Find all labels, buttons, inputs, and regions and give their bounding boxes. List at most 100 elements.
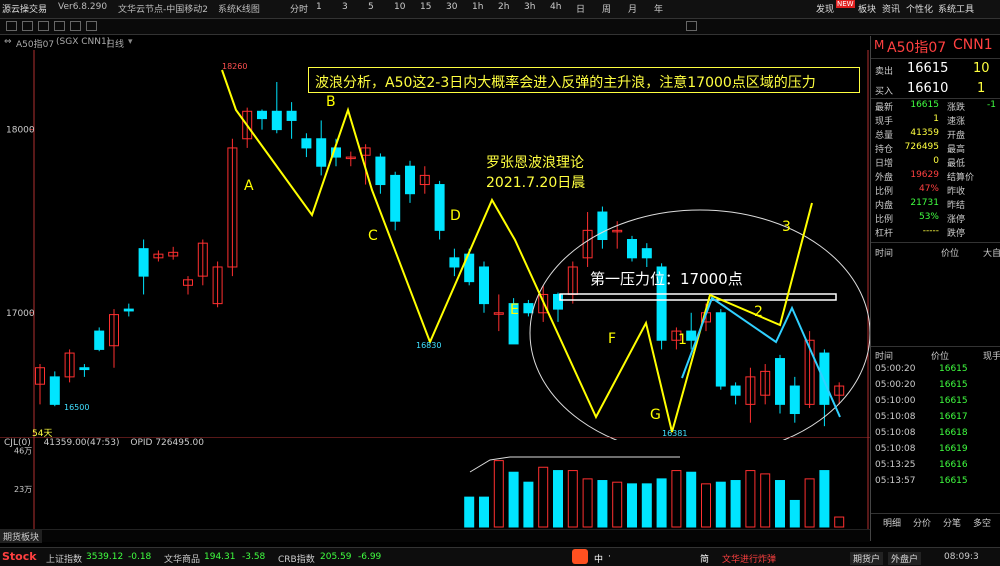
ime-logo-icon[interactable] [572, 549, 588, 564]
stat-value: 726495 [904, 142, 939, 152]
logo-text: Stock [2, 550, 37, 563]
trade-row: 05:10:08 16619 [875, 444, 1000, 459]
line-tool-icon[interactable] [38, 21, 49, 31]
menu-news[interactable]: 资讯 [882, 2, 900, 15]
app-name: 源云操交易 [2, 5, 48, 15]
toolbar [0, 19, 1000, 35]
volume-bar [671, 470, 682, 528]
menu-sector[interactable]: 板块 [858, 2, 876, 15]
wave-label: F [608, 331, 616, 347]
panel-tab-2[interactable]: 分笔 [943, 516, 961, 529]
volume-bar [641, 483, 652, 528]
volume-bar [597, 480, 608, 528]
candle-body [301, 138, 312, 149]
period-5[interactable]: 15 [420, 2, 431, 12]
chart-symbol: A50指07 [16, 40, 55, 50]
wave-label: 3 [782, 219, 791, 235]
ime-punct[interactable]: · [608, 552, 611, 562]
candlestick-chart[interactable]: 1800017000 ABCDEFG1231826016500168301638… [0, 50, 870, 440]
chart-symbol-detail: (SGX CNN1) [56, 37, 111, 47]
ime-script[interactable]: 简 [700, 552, 709, 565]
index3-name: CRB指数 [278, 555, 315, 565]
candle-body [79, 367, 90, 371]
candle-body [553, 293, 563, 310]
period-8[interactable]: 2h [498, 2, 509, 12]
trade-row: 05:13:25 16616 [875, 460, 1000, 475]
period-7[interactable]: 1h [472, 2, 483, 12]
volume-bar [627, 483, 637, 528]
index1-change: -0.18 [128, 552, 152, 562]
tab-futures-sector[interactable]: 期货板块 [0, 530, 43, 543]
stat-row: 外盘 19629 结算价 [875, 170, 1000, 184]
candle-body [686, 330, 697, 341]
crosshair-tool-icon[interactable] [22, 21, 33, 31]
volume-bar [745, 470, 756, 528]
foreign-account-button[interactable]: 外盘户 [888, 552, 922, 565]
menu-personalize[interactable]: 个性化 [906, 2, 933, 15]
trade-header-time-2: 时间 [875, 352, 894, 362]
volume-bar [479, 496, 489, 528]
panel-tab-0[interactable]: 明细 [883, 516, 901, 529]
volume-chart[interactable]: 46万 23万 [0, 437, 870, 529]
trade-time: 05:10:08 [875, 412, 916, 422]
wave-label: 1 [678, 332, 687, 348]
volume-bar [775, 480, 785, 528]
trade-time: 05:13:57 [875, 476, 916, 486]
refresh-icon[interactable] [686, 21, 697, 31]
ime-mode[interactable]: 中 [594, 552, 603, 565]
volume-bar [834, 516, 845, 528]
volume-bar [789, 499, 800, 528]
chart-mode-dropdown-icon[interactable]: ▾ [128, 37, 133, 47]
index3-value: 205.59 [320, 552, 352, 562]
period-2[interactable]: 3 [342, 2, 348, 12]
bid-volume: 1 [977, 81, 986, 96]
period-11[interactable]: 日 [576, 2, 585, 15]
trade-time: 05:10:00 [875, 396, 916, 406]
period-9[interactable]: 3h [524, 2, 535, 12]
period-4[interactable]: 10 [394, 2, 405, 12]
wave-label: C [368, 228, 378, 244]
candle-body [49, 376, 60, 405]
period-1[interactable]: 1 [316, 2, 322, 12]
zoom-tool-icon[interactable] [54, 21, 65, 31]
candle-body [775, 358, 785, 405]
index1-name: 上证指数 [46, 555, 83, 565]
futures-account-button[interactable]: 期货户 [850, 552, 884, 565]
period-0[interactable]: 分时 [290, 2, 308, 15]
stat-value: 1 [933, 114, 939, 124]
stat-label-2: 速涨 [947, 117, 966, 127]
period-10[interactable]: 4h [550, 2, 561, 12]
opid-readout: OPID 726495.00 [130, 438, 204, 448]
trade-time: 05:10:08 [875, 444, 916, 454]
collapse-icon[interactable]: ⇔ [4, 37, 12, 47]
arrow-tool-icon[interactable] [6, 21, 17, 31]
trade-price: 16615 [939, 396, 968, 406]
indicator-tool-icon[interactable] [70, 21, 81, 31]
chart-mode[interactable]: 日线 [106, 37, 124, 50]
period-3[interactable]: 5 [368, 2, 374, 12]
stat-value: ----- [922, 226, 939, 236]
draw-tool-icon[interactable] [86, 21, 97, 31]
status-bar: Stock 上证指数 3539.12 -0.18 文华商品 194.31 -3.… [0, 547, 1000, 566]
period-12[interactable]: 周 [602, 2, 611, 15]
chart-grid [33, 50, 869, 440]
period-13[interactable]: 月 [628, 2, 637, 15]
panel-code: CNN1 [953, 37, 993, 53]
menu-system-tools[interactable]: 系统工具 [938, 2, 974, 15]
panel-tab-3[interactable]: 多空 [973, 516, 991, 529]
volume-bar [464, 496, 475, 528]
period-14[interactable]: 年 [654, 2, 663, 15]
period-6[interactable]: 30 [446, 2, 457, 12]
menu-discover[interactable]: 发现 [816, 2, 834, 15]
wave-label: D [450, 208, 461, 224]
stat-value: 53% [918, 212, 939, 222]
stat-row: 现手 1 速涨 [875, 114, 1000, 128]
candle-body [138, 248, 149, 277]
wave-label: A [244, 178, 254, 194]
trade-row: 05:00:20 16615 [875, 380, 1000, 395]
stat-label-2: 开盘 [947, 131, 966, 141]
stat-row: 日增 0 最低 [875, 156, 1000, 170]
volume-bar [701, 483, 711, 528]
panel-tab-1[interactable]: 分价 [913, 516, 931, 529]
server-node: 文华云节点-中国移动2 [118, 5, 208, 15]
